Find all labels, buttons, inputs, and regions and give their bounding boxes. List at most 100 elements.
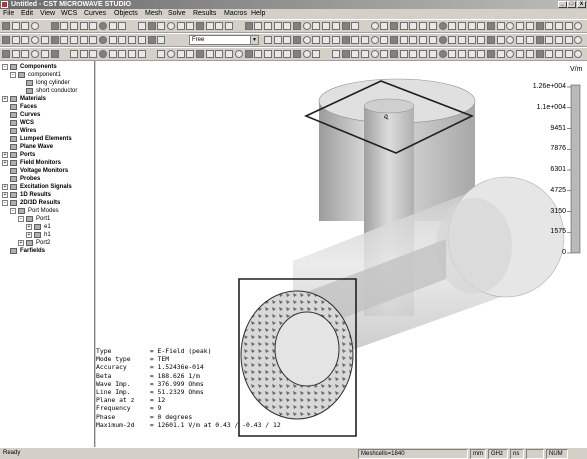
toolbar-icon[interactable] bbox=[341, 22, 350, 30]
toolbar-icon[interactable] bbox=[215, 50, 224, 58]
toolbar-icon[interactable] bbox=[351, 36, 360, 44]
toolbar-icon[interactable] bbox=[11, 22, 20, 30]
tree-item[interactable]: Curves bbox=[0, 111, 94, 119]
toolbar-icon[interactable] bbox=[108, 50, 117, 58]
toolbar-icon[interactable] bbox=[516, 36, 525, 44]
tree-item[interactable]: Lumped Elements bbox=[0, 135, 94, 143]
toolbar-icon[interactable] bbox=[545, 22, 554, 30]
toolbar-icon[interactable] bbox=[438, 50, 447, 58]
tree-item[interactable]: Probes bbox=[0, 175, 94, 183]
toolbar-icon[interactable] bbox=[2, 50, 10, 58]
tree-item[interactable]: - component1 bbox=[0, 71, 94, 79]
toolbar-icon[interactable] bbox=[99, 36, 107, 44]
toolbar-icon[interactable] bbox=[467, 36, 476, 44]
tree-item[interactable]: + Excitation Signals bbox=[0, 183, 94, 191]
tree-item[interactable]: Faces bbox=[0, 103, 94, 111]
toolbar-icon[interactable] bbox=[60, 36, 69, 44]
expand-icon[interactable]: + bbox=[26, 232, 32, 238]
toolbar-icon[interactable] bbox=[50, 22, 59, 30]
toolbar-icon[interactable] bbox=[283, 22, 292, 30]
menu-curves[interactable]: Curves bbox=[84, 9, 106, 19]
toolbar-icon[interactable] bbox=[506, 22, 515, 30]
toolbar-icon[interactable] bbox=[31, 50, 40, 58]
menu-mesh[interactable]: Mesh bbox=[145, 9, 162, 19]
toolbar-icon[interactable] bbox=[525, 22, 534, 30]
tree-item[interactable]: Farfields bbox=[0, 247, 94, 255]
toolbar-icon[interactable] bbox=[360, 36, 369, 44]
menu-help[interactable]: Help bbox=[251, 9, 265, 19]
toolbar-icon[interactable] bbox=[89, 22, 98, 30]
toolbar-icon[interactable] bbox=[99, 22, 107, 30]
toolbar-icon[interactable] bbox=[302, 50, 311, 58]
toolbar-icon[interactable] bbox=[205, 22, 214, 30]
toolbar-icon[interactable] bbox=[428, 50, 437, 58]
toolbar-icon[interactable] bbox=[31, 22, 40, 30]
toolbar-icon[interactable] bbox=[506, 50, 515, 58]
tree-item[interactable]: WCS bbox=[0, 119, 94, 127]
3d-viewport[interactable]: P V/m 1.26e+004 1.1e+004 9451 7876 6301 4725 3… bbox=[96, 61, 587, 447]
toolbar-icon[interactable] bbox=[293, 36, 301, 44]
toolbar-icon[interactable] bbox=[564, 50, 573, 58]
toolbar-icon[interactable] bbox=[283, 36, 292, 44]
minimize-button[interactable]: _ bbox=[558, 1, 567, 8]
menu-view[interactable]: View bbox=[40, 9, 55, 19]
toolbar-icon[interactable] bbox=[225, 50, 234, 58]
toolbar-icon[interactable] bbox=[2, 22, 10, 30]
toolbar-icon[interactable] bbox=[322, 36, 331, 44]
toolbar-icon[interactable] bbox=[89, 50, 98, 58]
toolbar-icon[interactable] bbox=[390, 36, 398, 44]
toolbar-icon[interactable] bbox=[89, 36, 98, 44]
toolbar-icon[interactable] bbox=[409, 50, 418, 58]
tree-item[interactable]: + Port2 bbox=[0, 239, 94, 247]
toolbar-icon[interactable] bbox=[79, 22, 88, 30]
maximize-button[interactable]: □ bbox=[567, 1, 576, 8]
toolbar-icon[interactable] bbox=[351, 22, 360, 30]
toolbar-icon[interactable] bbox=[273, 50, 282, 58]
tree-item[interactable]: + Materials bbox=[0, 95, 94, 103]
toolbar-icon[interactable] bbox=[448, 50, 457, 58]
toolbar-icon[interactable] bbox=[390, 50, 398, 58]
toolbar-icon[interactable] bbox=[360, 50, 369, 58]
menu-wcs[interactable]: WCS bbox=[61, 9, 77, 19]
toolbar-icon[interactable] bbox=[351, 50, 360, 58]
toolbar-icon[interactable] bbox=[186, 50, 195, 58]
toolbar-icon[interactable] bbox=[50, 50, 59, 58]
toolbar-icon[interactable] bbox=[302, 36, 311, 44]
toolbar-icon[interactable] bbox=[176, 50, 185, 58]
toolbar-icon[interactable] bbox=[21, 50, 30, 58]
toolbar-icon[interactable] bbox=[118, 36, 127, 44]
toolbar-icon[interactable] bbox=[293, 50, 301, 58]
expand-icon[interactable]: + bbox=[2, 96, 8, 102]
toolbar-icon[interactable] bbox=[234, 50, 243, 58]
toolbar-icon[interactable] bbox=[157, 50, 166, 58]
toolbar-icon[interactable] bbox=[370, 50, 379, 58]
toolbar-icon[interactable] bbox=[79, 36, 88, 44]
expand-icon[interactable]: + bbox=[18, 240, 24, 246]
collapse-icon[interactable]: - bbox=[18, 216, 24, 222]
toolbar-icon[interactable] bbox=[79, 50, 88, 58]
toolbar-icon[interactable] bbox=[225, 22, 234, 30]
toolbar-icon[interactable] bbox=[2, 36, 10, 44]
toolbar-icon[interactable] bbox=[428, 22, 437, 30]
mode-select[interactable]: Free ▼ bbox=[189, 35, 259, 45]
toolbar-icon[interactable] bbox=[467, 50, 476, 58]
toolbar-icon[interactable] bbox=[535, 50, 544, 58]
toolbar-icon[interactable] bbox=[525, 50, 534, 58]
tree-item[interactable]: - Components bbox=[0, 63, 94, 71]
tree-item[interactable]: +1D Results bbox=[0, 191, 94, 199]
toolbar-icon[interactable] bbox=[564, 22, 573, 30]
tree-item[interactable]: Wires bbox=[0, 127, 94, 135]
toolbar-icon[interactable] bbox=[137, 22, 146, 30]
toolbar-icon[interactable] bbox=[50, 36, 59, 44]
toolbar-icon[interactable] bbox=[118, 22, 127, 30]
tree-item[interactable]: + e1 bbox=[0, 223, 94, 231]
toolbar-icon[interactable] bbox=[496, 22, 505, 30]
toolbar-icon[interactable] bbox=[331, 36, 340, 44]
toolbar-icon[interactable] bbox=[535, 22, 544, 30]
toolbar-icon[interactable] bbox=[283, 50, 292, 58]
tree-item[interactable]: - Port Modes bbox=[0, 207, 94, 215]
toolbar-icon[interactable] bbox=[574, 50, 583, 58]
expand-icon[interactable]: + bbox=[26, 224, 32, 230]
toolbar-icon[interactable] bbox=[506, 36, 515, 44]
collapse-icon[interactable]: - bbox=[10, 72, 16, 78]
